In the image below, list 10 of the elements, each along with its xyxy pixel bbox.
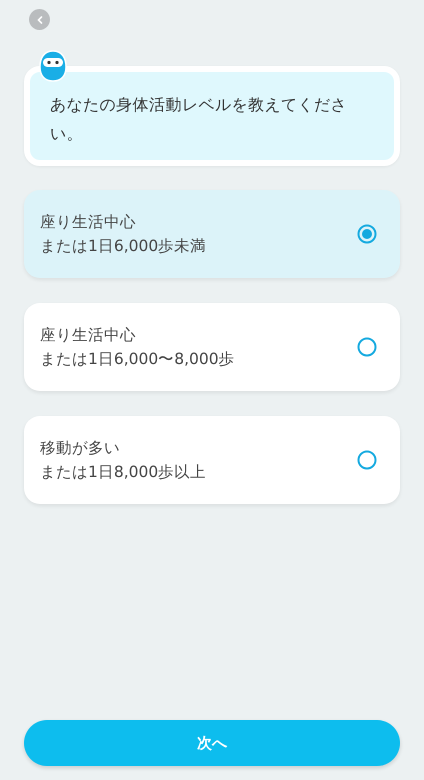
- option-card[interactable]: 座り生活中心 または1日6,000歩未満: [24, 190, 400, 278]
- option-detail: または1日6,000歩未満: [40, 236, 208, 257]
- option-card[interactable]: 座り生活中心 または1日6,000〜8,000歩: [24, 303, 400, 391]
- question-text: あなたの身体活動レベルを教えてください。: [50, 94, 348, 145]
- option-title: 移動が多い: [40, 438, 121, 459]
- option-detail: または1日8,000歩以上: [40, 462, 208, 483]
- option-title: 座り生活中心: [40, 212, 137, 233]
- option-detail: または1日6,000〜8,000歩: [40, 349, 236, 370]
- option-title: 座り生活中心: [40, 325, 137, 346]
- option-card[interactable]: 移動が多い または1日8,000歩以上: [24, 416, 400, 504]
